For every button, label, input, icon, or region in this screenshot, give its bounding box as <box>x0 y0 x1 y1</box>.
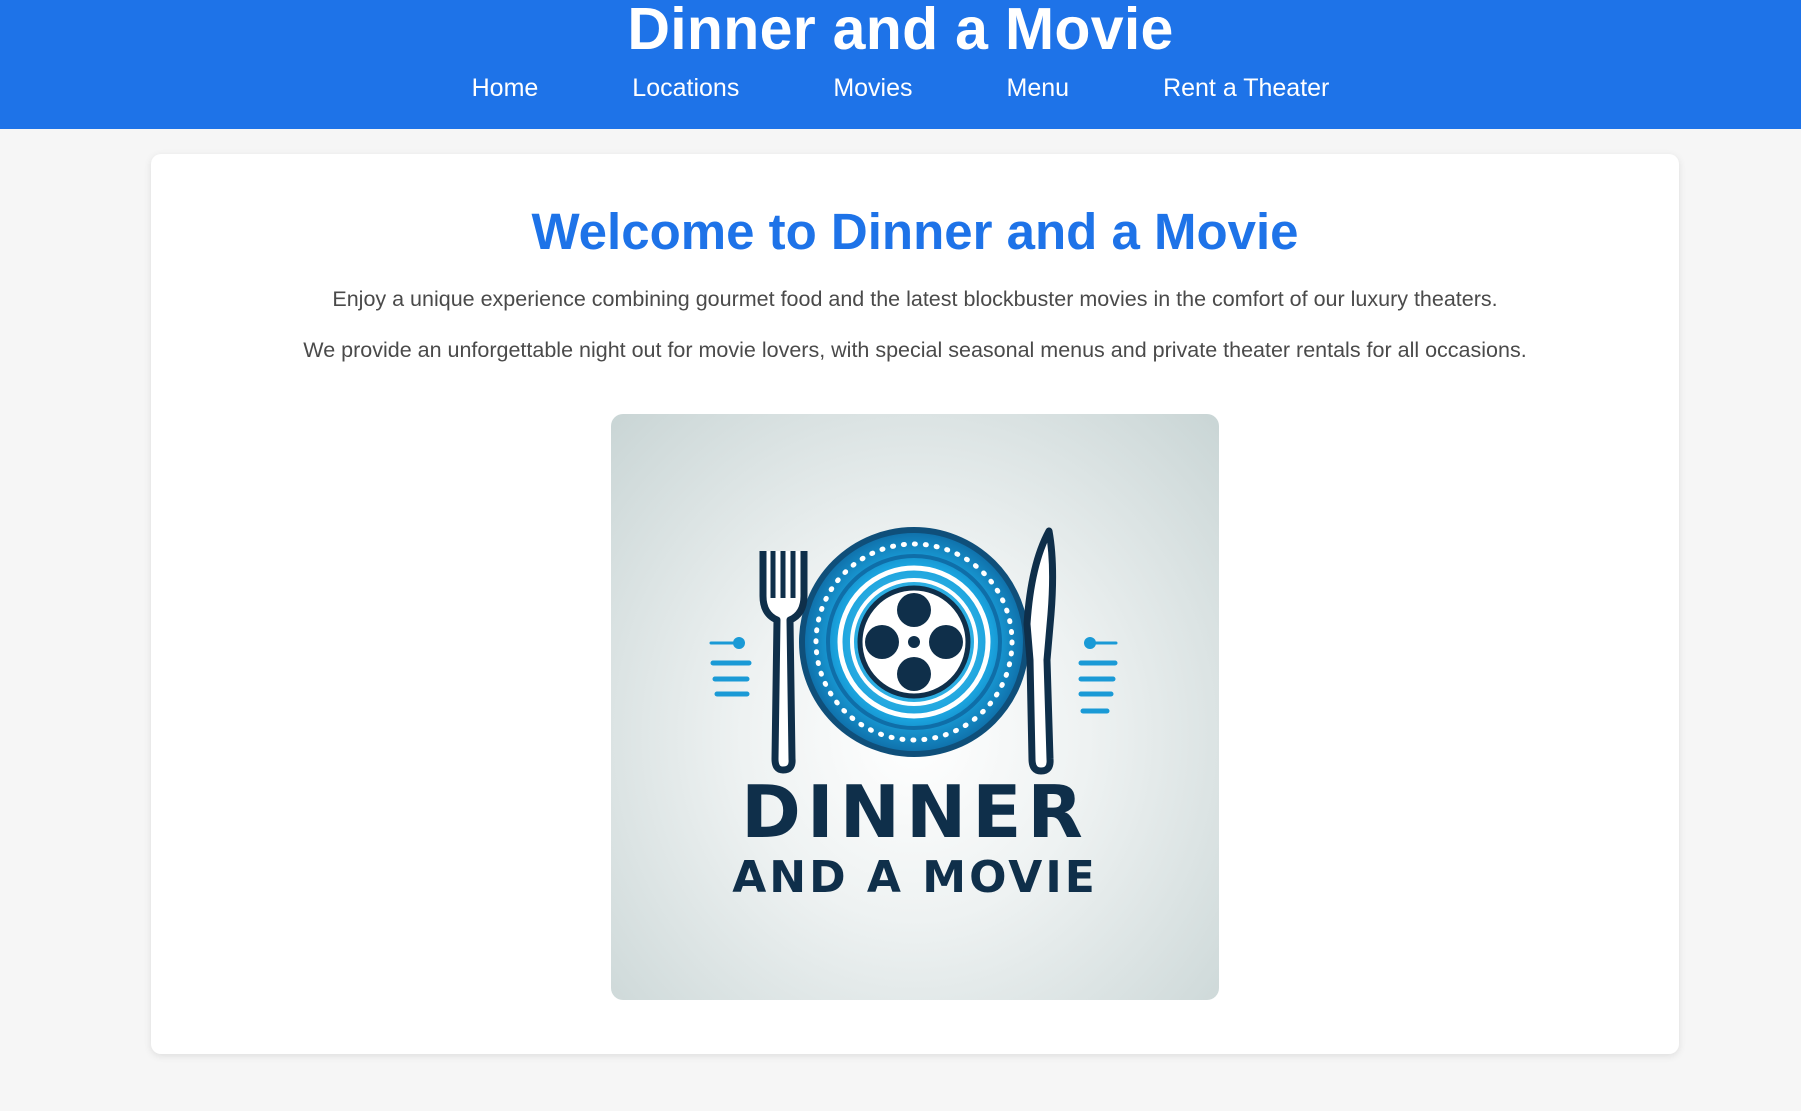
main-nav: Home Locations Movies Menu Rent a Theate… <box>0 72 1801 104</box>
welcome-heading: Welcome to Dinner and a Movie <box>531 203 1299 260</box>
logo-text-line1: DINNER <box>741 770 1089 854</box>
nav-link-home[interactable]: Home <box>425 72 586 104</box>
fork-icon <box>759 551 808 774</box>
motion-lines-left-icon <box>709 637 752 697</box>
offer-paragraph: We provide an unforgettable night out fo… <box>303 338 1527 362</box>
site-title: Dinner and a Movie <box>627 0 1174 62</box>
nav-link-rent-a-theater[interactable]: Rent a Theater <box>1116 72 1376 104</box>
knife-icon <box>1023 527 1057 775</box>
logo-text-line2: AND A MOVIE <box>732 852 1098 903</box>
welcome-card: Welcome to Dinner and a Movie Enjoy a un… <box>151 154 1679 1054</box>
dinner-movie-logo: DINNER AND A MOVIE <box>611 414 1219 1000</box>
intro-paragraph: Enjoy a unique experience combining gour… <box>332 287 1498 311</box>
nav-link-locations[interactable]: Locations <box>585 72 786 104</box>
nav-link-movies[interactable]: Movies <box>786 72 959 104</box>
site-header: Dinner and a Movie Home Locations Movies… <box>0 0 1801 129</box>
motion-lines-right-icon <box>1078 637 1118 714</box>
nav-link-menu[interactable]: Menu <box>960 72 1117 104</box>
